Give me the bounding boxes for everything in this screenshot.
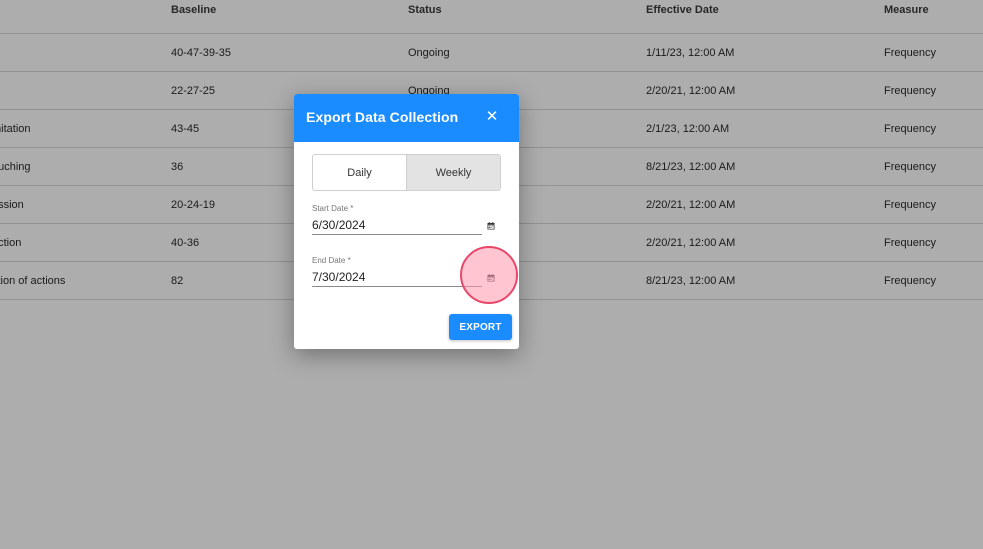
page: Baseline Status Effective Date Measure 4…: [0, 0, 983, 549]
end-date-input[interactable]: [312, 270, 477, 284]
start-date-input-row: [312, 214, 495, 235]
toggle-weekly[interactable]: Weekly: [406, 155, 500, 190]
dialog-header: Export Data Collection ✕: [294, 94, 519, 142]
export-button[interactable]: EXPORT: [449, 314, 512, 340]
start-date-field: Start Date *: [312, 204, 502, 235]
close-icon[interactable]: ✕: [485, 109, 499, 125]
end-date-input-row: [312, 266, 495, 287]
start-date-label: Start Date *: [312, 204, 354, 213]
calendar-icon[interactable]: [487, 274, 495, 282]
end-date-field: End Date *: [312, 256, 502, 287]
frequency-toggle: Daily Weekly: [312, 154, 501, 191]
dialog-title: Export Data Collection: [306, 109, 459, 125]
export-dialog: Export Data Collection ✕ Daily Weekly St…: [294, 94, 519, 349]
toggle-daily[interactable]: Daily: [313, 155, 406, 190]
start-date-input[interactable]: [312, 218, 477, 232]
end-date-label: End Date *: [312, 256, 351, 265]
calendar-icon[interactable]: [487, 222, 495, 230]
